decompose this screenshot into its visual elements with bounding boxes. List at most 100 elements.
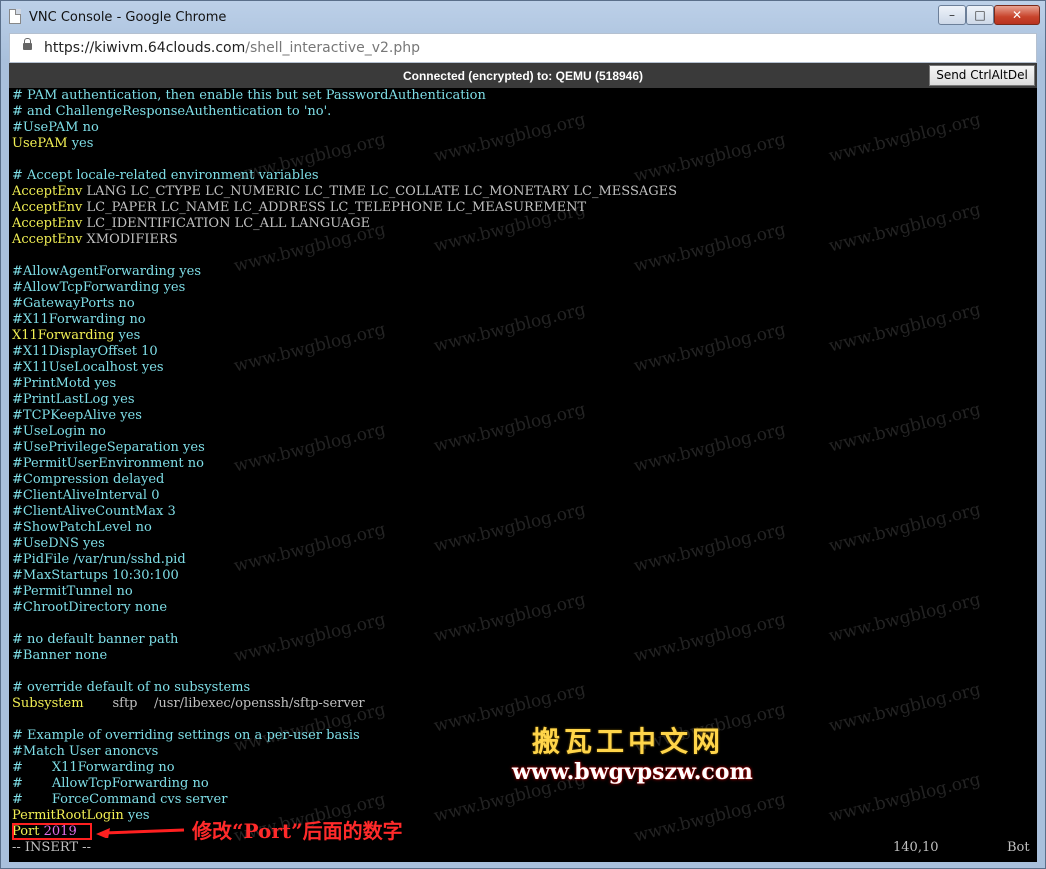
terminal-text: # AllowTcpForwarding no — [12, 776, 209, 791]
vnc-status-bar: Connected (encrypted) to: QEMU (518946) … — [9, 63, 1037, 88]
terminal-screen[interactable]: www.bwgblog.org www.bwgblog.org www.bwgblo… — [12, 88, 1034, 862]
close-button[interactable]: ✕ — [994, 5, 1040, 25]
terminal-text: #X11UseLocalhost yes — [12, 360, 164, 375]
terminal-line: #Match User anoncvs — [12, 744, 158, 760]
terminal-line: #PidFile /var/run/sshd.pid — [12, 552, 186, 568]
terminal-line: # AllowTcpForwarding no — [12, 776, 209, 792]
cursor-position: 140,10 — [893, 840, 939, 855]
watermark-text: www.bwgblog.org — [631, 519, 788, 577]
watermark-text: www.bwgblog.org — [431, 109, 588, 167]
terminal-text: # override default of no subsystems — [12, 680, 251, 695]
watermark-text: www.bwgblog.org — [826, 109, 983, 167]
terminal-text: #MaxStartups 10:30:100 — [12, 568, 179, 583]
watermark-text: www.bwgblog.org — [826, 199, 983, 257]
terminal-text: yes — [114, 328, 141, 343]
browser-window: VNC Console - Google Chrome – □ ✕ https:… — [0, 0, 1046, 869]
terminal-line: AcceptEnv LC_PAPER LC_NAME LC_ADDRESS LC… — [12, 200, 586, 216]
terminal-text: yes — [67, 136, 94, 151]
watermark-text: www.bwgblog.org — [231, 519, 388, 577]
watermark-text: www.bwgblog.org — [231, 609, 388, 667]
terminal-text: Subsystem — [12, 696, 84, 711]
terminal-text: #ChrootDirectory none — [12, 600, 168, 615]
terminal-line: Subsystem sftp /usr/libexec/openssh/sftp… — [12, 696, 365, 712]
terminal-text: #UseDNS yes — [12, 536, 105, 551]
terminal-text: #Banner none — [12, 648, 108, 663]
terminal-line: # Example of overriding settings on a pe… — [12, 728, 360, 744]
terminal-text: # Accept locale-related environment vari… — [12, 168, 319, 183]
terminal-text: yes — [123, 808, 150, 823]
terminal-line: -- INSERT -- — [12, 840, 91, 856]
terminal-text: #PrintLastLog yes — [12, 392, 135, 407]
terminal-line: #Compression delayed — [12, 472, 164, 488]
terminal-text: LANG LC_CTYPE LC_NUMERIC LC_TIME LC_COLL… — [82, 184, 678, 199]
terminal-text: #ShowPatchLevel no — [12, 520, 152, 535]
terminal-text: XMODIFIERS — [82, 232, 178, 247]
terminal-line: X11Forwarding yes — [12, 328, 140, 344]
watermark-text: www.bwgblog.org — [431, 499, 588, 557]
send-ctrlaltdel-button[interactable]: Send CtrlAltDel — [929, 65, 1035, 86]
terminal-text: AcceptEnv — [12, 216, 83, 231]
terminal-line: #AllowAgentForwarding yes — [12, 264, 201, 280]
url-path: /shell_interactive_v2.php — [245, 40, 421, 56]
terminal-line: #X11DisplayOffset 10 — [12, 344, 158, 360]
terminal-line: #PermitUserEnvironment no — [12, 456, 204, 472]
title-bar[interactable]: VNC Console - Google Chrome – □ ✕ — [1, 1, 1045, 33]
terminal-line: UsePAM yes — [12, 136, 93, 152]
terminal-text: #AllowAgentForwarding yes — [12, 264, 202, 279]
terminal-text: #Compression delayed — [12, 472, 165, 487]
brand-url: www.bwgvpszw.com — [512, 759, 753, 785]
terminal-text: #X11Forwarding no — [12, 312, 146, 327]
lock-icon — [23, 38, 32, 50]
watermark-text: www.bwgblog.org — [231, 419, 388, 477]
terminal-text: #UsePrivilegeSeparation yes — [12, 440, 205, 455]
terminal-text: # Example of overriding settings on a pe… — [12, 728, 360, 743]
terminal-line: # X11Forwarding no — [12, 760, 175, 776]
watermark-text: www.bwgblog.org — [631, 609, 788, 667]
terminal-text: UsePAM — [12, 136, 68, 151]
terminal-text: #PidFile /var/run/sshd.pid — [12, 552, 186, 567]
terminal-line: #X11UseLocalhost yes — [12, 360, 164, 376]
terminal-line: #UseLogin no — [12, 424, 106, 440]
terminal-text: # ForceCommand cvs server — [12, 792, 228, 807]
url-text[interactable]: https://kiwivm.64clouds.com/shell_intera… — [44, 40, 420, 56]
terminal-line: #PrintLastLog yes — [12, 392, 135, 408]
terminal-text: #ClientAliveCountMax 3 — [12, 504, 176, 519]
terminal-line: #ClientAliveInterval 0 — [12, 488, 159, 504]
terminal-text: # PAM authentication, then enable this b… — [12, 88, 486, 103]
terminal-text: #Match User anoncvs — [12, 744, 159, 759]
terminal-text: -- INSERT -- — [12, 840, 91, 855]
brand-name: 搬瓦工中文网 — [532, 725, 725, 758]
terminal-text: # and ChallengeResponseAuthentication to… — [12, 104, 332, 119]
terminal-text: #UsePAM no — [12, 120, 99, 135]
terminal-line: #UsePrivilegeSeparation yes — [12, 440, 205, 456]
terminal-text: AcceptEnv — [12, 232, 83, 247]
watermark-text: www.bwgblog.org — [826, 399, 983, 457]
terminal-line: #AllowTcpForwarding yes — [12, 280, 185, 296]
terminal-text: #PermitTunnel no — [12, 584, 133, 599]
minimize-button[interactable]: – — [938, 5, 966, 25]
terminal-text: #AllowTcpForwarding yes — [12, 280, 186, 295]
annotation-text: 修改“Port”后面的数字 — [192, 819, 403, 843]
vnc-viewport[interactable]: Connected (encrypted) to: QEMU (518946) … — [9, 63, 1037, 862]
watermark-text: www.bwgblog.org — [826, 299, 983, 357]
terminal-line: #ShowPatchLevel no — [12, 520, 152, 536]
watermark-text: www.bwgblog.org — [631, 419, 788, 477]
terminal-text: #GatewayPorts no — [12, 296, 135, 311]
maximize-button[interactable]: □ — [966, 5, 994, 25]
watermark-text: www.bwgblog.org — [826, 679, 983, 737]
terminal-line: #GatewayPorts no — [12, 296, 135, 312]
url-host: https://kiwivm.64clouds.com — [44, 40, 246, 56]
watermark-text: www.bwgblog.org — [231, 319, 388, 377]
terminal-line: AcceptEnv LANG LC_CTYPE LC_NUMERIC LC_TI… — [12, 184, 677, 200]
terminal-text: AcceptEnv — [12, 184, 83, 199]
terminal-line: #ClientAliveCountMax 3 — [12, 504, 176, 520]
terminal-line: # no default banner path — [12, 632, 178, 648]
terminal-text: #PrintMotd yes — [12, 376, 117, 391]
page-icon — [9, 9, 21, 24]
terminal-line: #PrintMotd yes — [12, 376, 116, 392]
terminal-text: #X11DisplayOffset 10 — [12, 344, 158, 359]
terminal-line: #TCPKeepAlive yes — [12, 408, 142, 424]
terminal-text: X11Forwarding — [12, 328, 115, 343]
terminal-text: sftp /usr/libexec/openssh/sftp-server — [83, 696, 365, 711]
address-bar[interactable]: https://kiwivm.64clouds.com/shell_intera… — [9, 33, 1037, 63]
